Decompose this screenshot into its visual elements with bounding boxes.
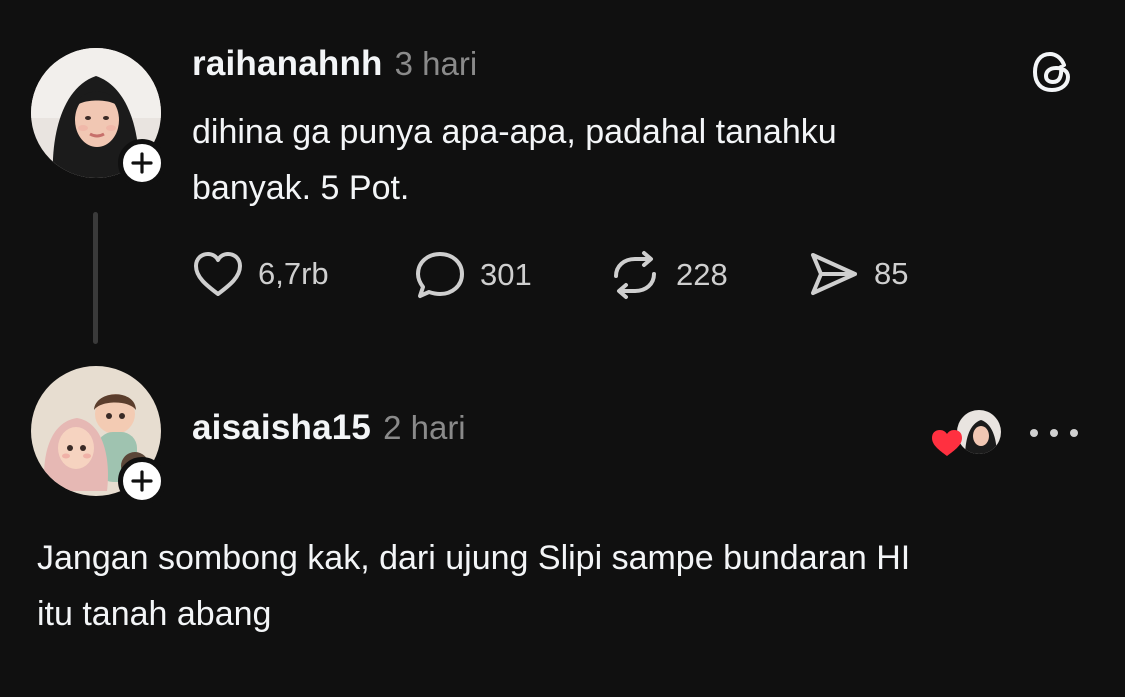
send-icon: [811, 253, 857, 295]
plus-icon: [131, 152, 153, 174]
comment-bubble-icon: [416, 252, 464, 298]
reply-header: aisaisha15 2 hari: [192, 408, 466, 454]
follow-button[interactable]: [118, 457, 166, 505]
follow-button[interactable]: [118, 139, 166, 187]
post-text-line: banyak. 5 Pot.: [192, 169, 410, 207]
liked-by-author-indicator: [930, 408, 1004, 458]
more-dots-icon: [1070, 429, 1078, 437]
thread-connector-line: [93, 212, 98, 344]
more-dots-icon: [1030, 429, 1038, 437]
like-button[interactable]: 6,7rb: [192, 250, 329, 298]
post-header: raihanahnh 3 hari: [192, 44, 477, 90]
reply-username[interactable]: aisaisha15: [192, 408, 371, 448]
share-button[interactable]: 85: [808, 250, 908, 298]
repost-icon: [614, 251, 656, 299]
more-options-button[interactable]: [1030, 427, 1078, 439]
threads-logo-icon[interactable]: [1030, 49, 1076, 95]
reply-text-line: Jangan sombong kak, dari ujung Slipi sam…: [37, 539, 911, 577]
reply-text-line: itu tanah abang: [37, 595, 272, 633]
heart-icon: [194, 252, 242, 296]
post-body: dihina ga punya apa-apa, padahal tanahku…: [192, 104, 1072, 216]
heart-filled-icon: [932, 430, 962, 456]
repost-count: 228: [676, 257, 728, 292]
share-count: 85: [874, 256, 909, 291]
comment-count: 301: [480, 257, 532, 292]
reply-body: Jangan sombong kak, dari ujung Slipi sam…: [37, 530, 1097, 642]
post-timestamp: 3 hari: [394, 45, 478, 82]
reply-timestamp: 2 hari: [383, 409, 466, 446]
more-dots-icon: [1050, 429, 1058, 437]
repost-button[interactable]: 228: [608, 250, 728, 300]
comment-button[interactable]: 301: [414, 250, 532, 300]
like-count: 6,7rb: [258, 256, 329, 291]
plus-icon: [131, 470, 153, 492]
post-text-line: dihina ga punya apa-apa, padahal tanahku: [192, 113, 837, 151]
post-username[interactable]: raihanahnh: [192, 44, 383, 84]
